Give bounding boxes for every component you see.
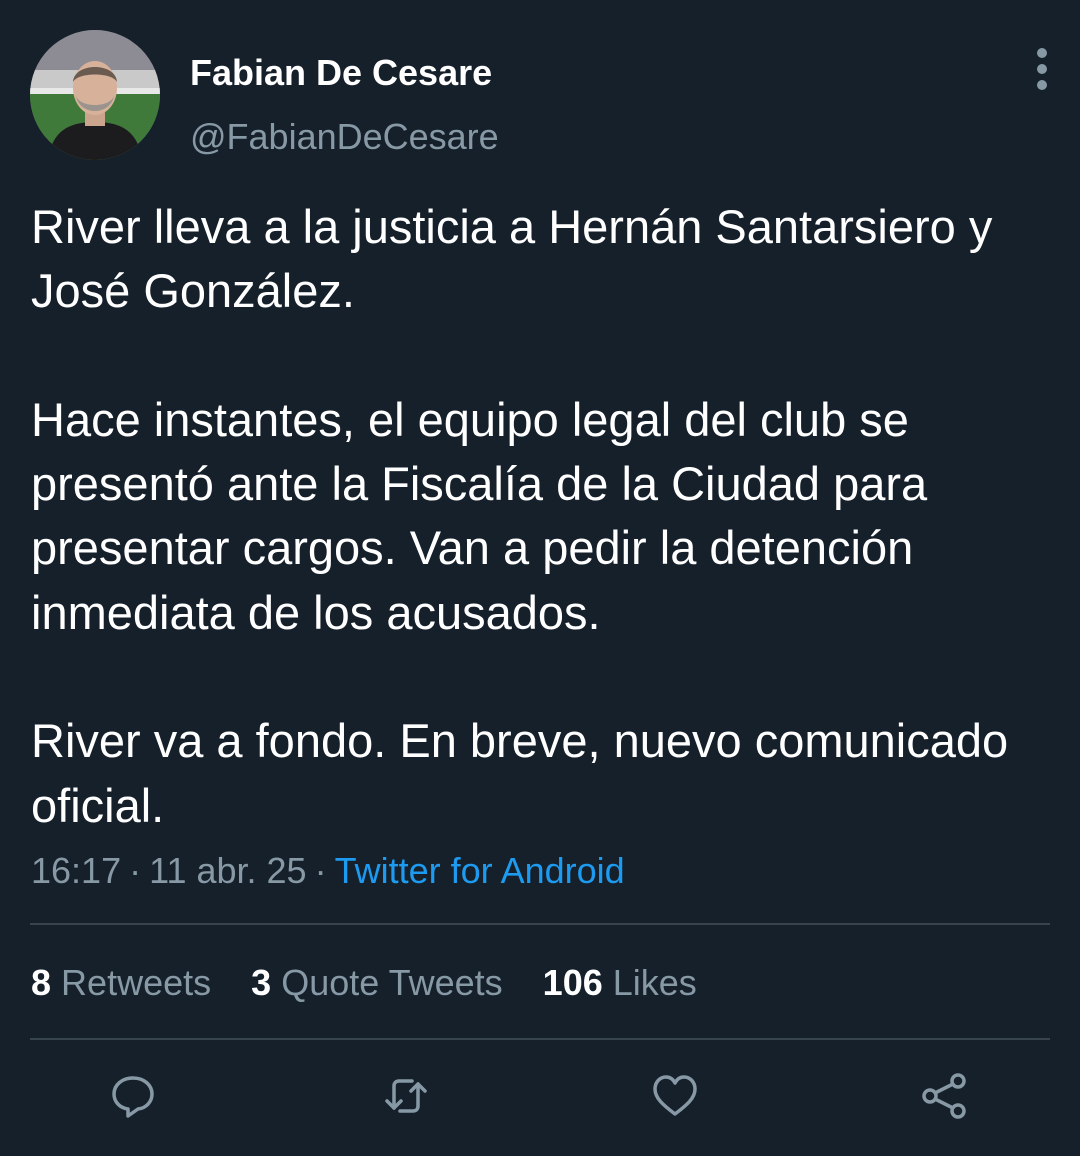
tweet-date[interactable]: 11 abr. 25 [149,850,306,891]
avatar[interactable] [30,30,160,160]
vertical-dots-icon [1037,48,1047,90]
tweet-paragraph: Hace instantes, el equipo legal del club… [31,392,928,639]
avatar-image [30,30,160,160]
tweet-paragraph: River lleva a la justicia a Hernán Santa… [31,200,993,318]
meta-separator: · [129,850,142,891]
likes-count: 106 [542,962,603,1003]
reply-button[interactable] [109,1072,157,1120]
retweet-button[interactable] [382,1072,430,1120]
tweet-source-link[interactable]: Twitter for Android [335,850,625,891]
author-handle[interactable]: @FabianDeCesare [190,116,499,158]
quote-tweets-stat[interactable]: 3 Quote Tweets [251,962,503,1003]
comment-bubble-icon [112,1076,154,1118]
author-display-name[interactable]: Fabian De Cesare [190,52,492,94]
tweet-paragraph: River va a fondo. En breve, nuevo comuni… [31,714,1009,832]
likes-label: Likes [612,962,697,1003]
share-button[interactable] [920,1072,968,1120]
tweet-time[interactable]: 16:17 [31,850,121,891]
likes-stat[interactable]: 106 Likes [543,962,697,1003]
tweet-metadata: 16:17 · 11 abr. 25 · Twitter for Android [31,850,625,892]
tweet-text: River lleva a la justicia a Hernán Santa… [31,195,1061,838]
more-options-button[interactable] [1024,44,1060,94]
share-nodes-icon [922,1073,966,1119]
like-button[interactable] [651,1072,699,1120]
divider [30,923,1050,925]
heart-icon [653,1075,697,1116]
quote-tweets-label: Quote Tweets [281,962,503,1003]
divider [30,1038,1050,1040]
tweet-detail: Fabian De Cesare @FabianDeCesare River l… [0,0,1080,1156]
meta-separator: · [314,850,327,891]
retweets-stat[interactable]: 8 Retweets [31,962,211,1003]
quote-tweets-count: 3 [251,962,272,1003]
retweets-count: 8 [31,962,52,1003]
retweets-label: Retweets [61,962,212,1003]
retweet-arrows-icon [385,1079,427,1113]
engagement-stats: 8 Retweets 3 Quote Tweets 106 Likes [31,962,727,1004]
